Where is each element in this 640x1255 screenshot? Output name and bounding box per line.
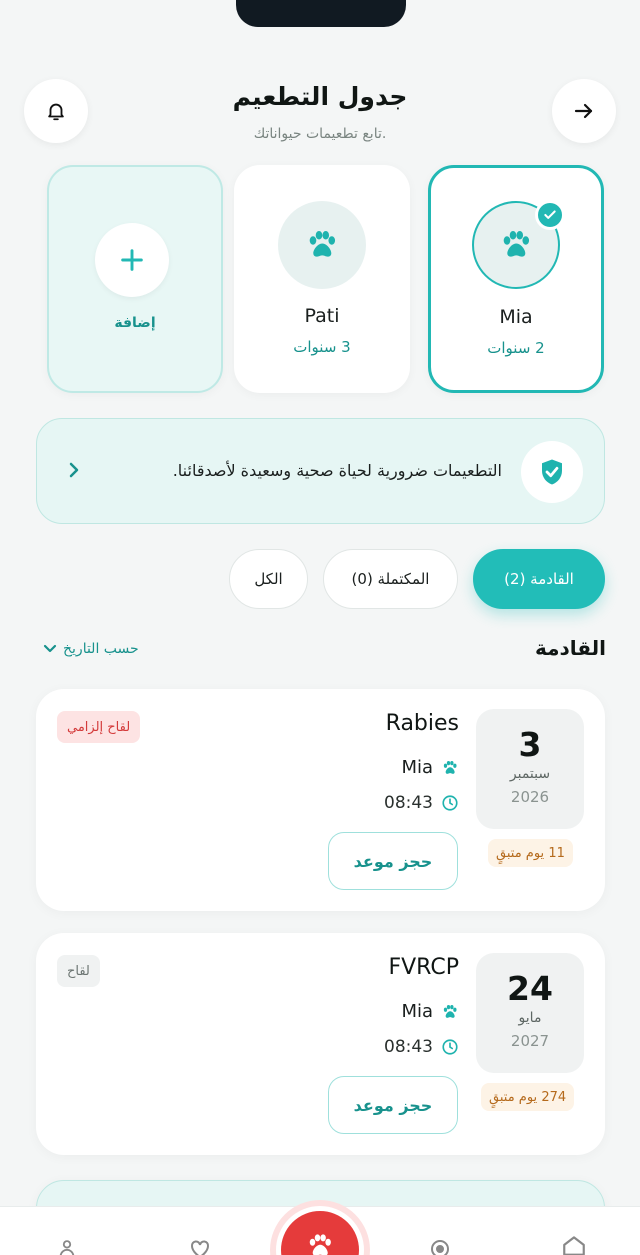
appointment-time: 08:43 xyxy=(384,793,433,813)
pet-age: 3 سنوات xyxy=(293,338,351,356)
bell-icon xyxy=(48,103,64,121)
banner-text: التطعيمات ضرورية لحياة صحية وسعيدة لأصدق… xyxy=(172,461,502,480)
pet-card-mia[interactable]: Mia 2 سنوات xyxy=(428,165,604,393)
selected-check-badge xyxy=(535,200,565,230)
pet-line: Mia xyxy=(401,757,459,778)
user-icon xyxy=(59,1240,75,1255)
pet-name: Mia xyxy=(499,306,533,328)
tab-upcoming[interactable]: القادمة (2) xyxy=(473,549,605,609)
remaining-days-badge: 11 يوم متبقٍ xyxy=(488,839,573,867)
vaccine-name: FVRCP xyxy=(388,955,459,980)
sort-dropdown[interactable]: حسب التاريخ xyxy=(43,641,139,657)
pet-line: Mia xyxy=(401,1001,459,1022)
arrow-right-icon xyxy=(574,103,593,119)
shield-icon-wrapper xyxy=(521,441,583,503)
appointment-time: 08:43 xyxy=(384,1037,433,1057)
date-month: سبتمبر xyxy=(509,766,551,782)
vaccine-type-tag: لقاح xyxy=(57,955,100,987)
date-box: 3 سبتمبر 2026 xyxy=(476,709,584,829)
clock-icon xyxy=(442,1039,458,1055)
add-pet-circle xyxy=(95,223,169,297)
page-subtitle: تابع تطعيمات حيواناتك. xyxy=(253,126,387,142)
add-pet-label: إضافة xyxy=(114,315,156,331)
nav-profile[interactable] xyxy=(56,1237,78,1255)
date-year: 2027 xyxy=(510,1032,550,1050)
tab-all[interactable]: الكل xyxy=(229,549,308,609)
check-icon xyxy=(544,210,556,219)
shield-check-icon xyxy=(542,459,562,485)
device-notch xyxy=(236,0,406,27)
vaccine-type-tag: لقاح إلزامي xyxy=(57,711,141,743)
pet-name: Mia xyxy=(401,757,433,778)
paw-icon xyxy=(503,231,530,257)
date-year: 2026 xyxy=(510,788,550,806)
pet-name: Pati xyxy=(304,305,340,327)
tab-completed[interactable]: المكتملة (0) xyxy=(323,549,458,609)
book-appointment-button[interactable]: حجز موعد xyxy=(328,1076,458,1134)
back-button[interactable] xyxy=(552,79,616,143)
heart-icon xyxy=(191,1240,209,1255)
nav-favorites[interactable] xyxy=(186,1237,214,1255)
plus-icon xyxy=(121,249,143,271)
section-title: القادمة xyxy=(534,636,606,660)
paw-icon xyxy=(309,1234,331,1255)
paw-icon xyxy=(443,760,457,774)
banner-chevron[interactable] xyxy=(67,461,81,483)
sort-label: حسب التاريخ xyxy=(63,641,139,657)
nav-location[interactable] xyxy=(428,1237,452,1255)
date-month: مايو xyxy=(518,1010,542,1026)
home-icon xyxy=(563,1236,585,1255)
chevron-left-icon xyxy=(69,462,79,478)
chevron-down-icon xyxy=(43,644,57,653)
clock-icon xyxy=(442,795,458,811)
nav-home[interactable] xyxy=(560,1233,588,1255)
appointment-card[interactable]: 24 مايو 2027 274 يوم متبقٍ FVRCP Mia 08:… xyxy=(36,933,605,1155)
vaccine-name: Rabies xyxy=(385,711,459,736)
paw-icon xyxy=(443,1004,457,1018)
remaining-days-badge: 274 يوم متبقٍ xyxy=(481,1083,575,1111)
time-line: 08:43 xyxy=(384,1037,459,1057)
vaccine-info-banner[interactable]: التطعيمات ضرورية لحياة صحية وسعيدة لأصدق… xyxy=(36,418,605,524)
date-day: 24 xyxy=(507,969,553,1008)
page-title: جدول التطعيم xyxy=(232,82,408,111)
pet-age: 2 سنوات xyxy=(487,339,545,357)
book-appointment-button[interactable]: حجز موعد xyxy=(328,832,458,890)
pet-avatar xyxy=(278,201,366,289)
add-pet-card[interactable]: إضافة xyxy=(47,165,223,393)
date-box: 24 مايو 2027 xyxy=(476,953,584,1073)
pet-name: Mia xyxy=(401,1001,433,1022)
pet-card-pati[interactable]: Pati 3 سنوات xyxy=(234,165,410,393)
notifications-button[interactable] xyxy=(24,79,88,143)
paw-icon xyxy=(309,231,336,257)
appointment-card[interactable]: 3 سبتمبر 2026 11 يوم متبقٍ Rabies Mia 08… xyxy=(36,689,605,911)
date-day: 3 xyxy=(518,725,542,764)
time-line: 08:43 xyxy=(384,793,459,813)
location-icon xyxy=(431,1240,449,1255)
